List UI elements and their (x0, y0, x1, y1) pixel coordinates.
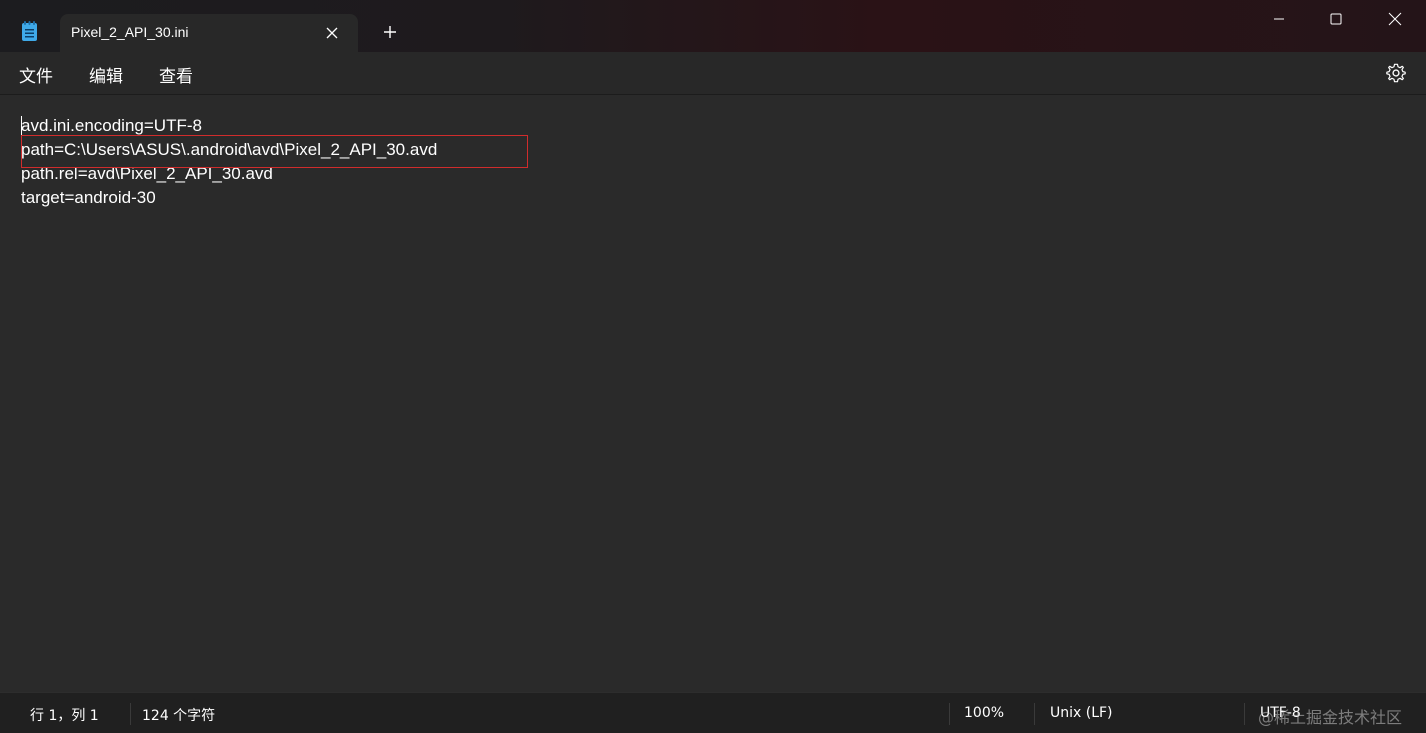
highlight-box (21, 135, 528, 168)
notepad-icon[interactable] (21, 21, 38, 42)
gear-icon[interactable] (1385, 62, 1407, 84)
tab-title: Pixel_2_API_30.ini (71, 24, 189, 40)
divider (1034, 703, 1035, 725)
title-bar: Pixel_2_API_30.ini (0, 0, 1426, 52)
close-icon[interactable] (322, 23, 342, 43)
editor-line[interactable]: target=android-30 (21, 186, 156, 210)
divider (130, 703, 131, 725)
plus-icon[interactable] (380, 22, 400, 42)
cursor-position: 行 1，列 1 (30, 708, 99, 724)
window-close-icon[interactable] (1372, 6, 1418, 34)
watermark: @稀土掘金技术社区 (1258, 708, 1403, 727)
tab-active[interactable]: Pixel_2_API_30.ini (60, 14, 358, 52)
status-bar: 行 1，列 1 124 个字符 100% Unix (LF) UTF-8 @稀土… (0, 692, 1426, 733)
maximize-icon[interactable] (1313, 6, 1359, 34)
zoom-level[interactable]: 100% (964, 705, 1004, 721)
menu-file[interactable]: 文件 (19, 62, 53, 87)
line-ending[interactable]: Unix (LF) (1050, 705, 1113, 721)
menu-bar: 文件 编辑 查看 (0, 52, 1426, 94)
menu-view[interactable]: 查看 (159, 62, 193, 87)
text-editor[interactable]: avd.ini.encoding=UTF-8 path=C:\Users\ASU… (0, 94, 1426, 692)
text-caret (21, 116, 22, 136)
menu-edit[interactable]: 编辑 (89, 62, 123, 87)
divider (1244, 703, 1245, 725)
divider (949, 703, 950, 725)
minimize-icon[interactable] (1256, 6, 1302, 34)
char-count: 124 个字符 (142, 708, 216, 724)
